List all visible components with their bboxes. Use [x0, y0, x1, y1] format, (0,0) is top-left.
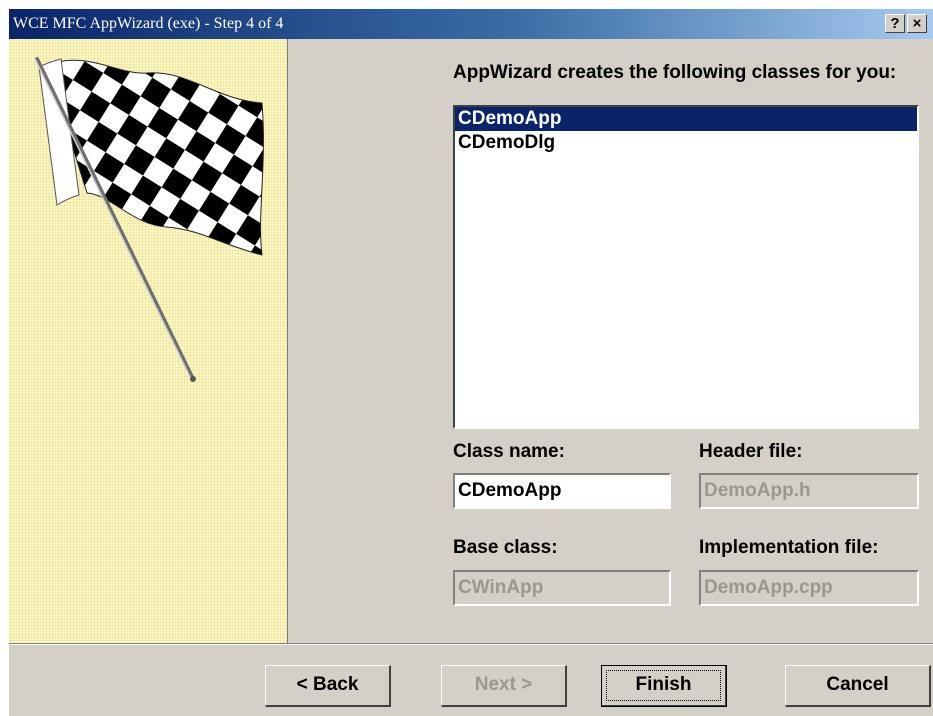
header-file-label: Header file: — [699, 441, 803, 462]
implementation-file-field: DemoApp.cpp — [699, 570, 919, 606]
list-item[interactable]: CDemoApp — [455, 107, 917, 131]
footer-divider — [9, 643, 933, 645]
wizard-side-panel — [9, 39, 288, 643]
back-button[interactable]: < Back — [265, 665, 391, 707]
focus-rectangle — [606, 670, 721, 701]
next-button-label: Next > — [474, 674, 533, 695]
back-button-label: < Back — [296, 674, 359, 695]
base-class-field: CWinApp — [453, 570, 671, 606]
list-item[interactable]: CDemoDlg — [455, 131, 917, 155]
next-button[interactable]: Next > — [441, 665, 567, 707]
cancel-button-label: Cancel — [826, 674, 889, 695]
classes-heading: AppWizard creates the following classes … — [453, 62, 897, 83]
classes-listbox[interactable]: CDemoApp CDemoDlg — [453, 105, 919, 429]
help-icon[interactable]: ? — [885, 14, 905, 33]
class-name-field[interactable]: CDemoApp — [453, 473, 671, 509]
cancel-button[interactable]: Cancel — [785, 665, 931, 707]
class-name-label: Class name: — [453, 441, 565, 462]
implementation-file-label: Implementation file: — [699, 537, 879, 558]
wizard-dialog: WCE MFC AppWizard (exe) - Step 4 of 4 ? … — [8, 8, 933, 716]
finish-button[interactable]: Finish — [601, 665, 727, 707]
window-title: WCE MFC AppWizard (exe) - Step 4 of 4 — [13, 15, 284, 32]
checkered-flag-illustration — [34, 57, 264, 382]
close-icon[interactable]: × — [907, 14, 927, 33]
title-bar[interactable]: WCE MFC AppWizard (exe) - Step 4 of 4 ? … — [9, 9, 933, 39]
base-class-label: Base class: — [453, 537, 558, 558]
header-file-field: DemoApp.h — [699, 473, 919, 509]
